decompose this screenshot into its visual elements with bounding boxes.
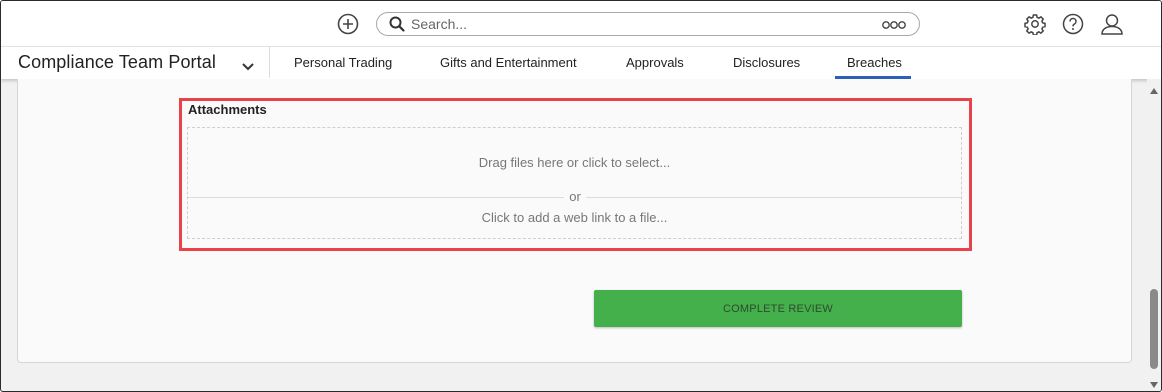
scroll-down-icon[interactable] bbox=[1150, 375, 1158, 388]
more-options-icon[interactable] bbox=[881, 18, 907, 30]
web-link-text[interactable]: Click to add a web link to a file... bbox=[188, 210, 961, 225]
tab-gifts-and-entertainment[interactable]: Gifts and Entertainment bbox=[440, 55, 577, 70]
tab-disclosures[interactable]: Disclosures bbox=[733, 55, 800, 70]
chevron-down-icon[interactable] bbox=[242, 58, 254, 71]
scroll-up-icon[interactable] bbox=[1150, 81, 1158, 94]
user-icon[interactable] bbox=[1100, 13, 1124, 35]
search-input[interactable] bbox=[411, 15, 851, 33]
tab-personal-trading[interactable]: Personal Trading bbox=[294, 55, 392, 70]
search-bar[interactable] bbox=[376, 12, 920, 36]
app-window: Compliance Team Portal Personal Trading … bbox=[0, 0, 1162, 392]
portal-title[interactable]: Compliance Team Portal bbox=[18, 52, 216, 73]
scroll-thumb[interactable] bbox=[1150, 289, 1158, 369]
plus-circle-icon[interactable] bbox=[337, 13, 359, 35]
dropzone-text[interactable]: Drag files here or click to select... bbox=[188, 155, 961, 170]
nav-divider bbox=[269, 47, 270, 78]
top-bar bbox=[1, 1, 1161, 46]
search-icon bbox=[389, 16, 405, 32]
vertical-scrollbar[interactable] bbox=[1147, 79, 1161, 391]
file-dropzone[interactable]: Drag files here or click to select... or… bbox=[187, 127, 962, 239]
web-link-zone[interactable]: Click to add a web link to a file... bbox=[188, 198, 961, 239]
attachments-heading: Attachments bbox=[188, 102, 267, 117]
help-icon[interactable] bbox=[1062, 13, 1084, 35]
complete-review-button[interactable]: COMPLETE REVIEW bbox=[594, 290, 962, 327]
tab-approvals[interactable]: Approvals bbox=[626, 55, 684, 70]
tab-breaches[interactable]: Breaches bbox=[847, 55, 902, 70]
gear-icon[interactable] bbox=[1024, 13, 1046, 36]
nav-bar: Compliance Team Portal Personal Trading … bbox=[1, 46, 1161, 79]
